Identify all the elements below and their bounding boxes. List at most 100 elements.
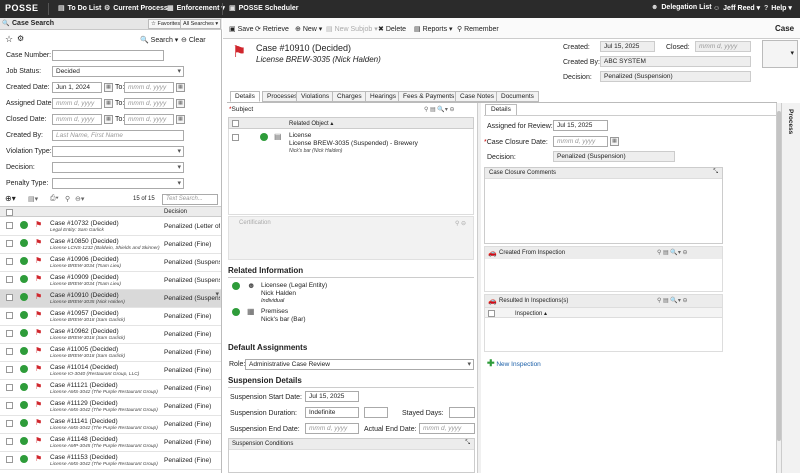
case-number-input[interactable] — [52, 50, 164, 61]
tab-details[interactable]: Details — [230, 91, 260, 102]
expand-icon[interactable]: ⤡ — [713, 169, 718, 176]
delete-button[interactable]: ✖ Delete — [378, 25, 406, 33]
result-row[interactable]: ⚑ Case #11141 (Decided) License AMS-3042 (… — [0, 416, 221, 434]
pin-icon[interactable]: ⚲ — [65, 195, 70, 203]
tab-charges[interactable]: Charges — [332, 91, 367, 102]
result-row[interactable]: ⚑ Case #10957 (Decided) License BREW-3018 … — [0, 308, 221, 326]
subject-tools-icons[interactable]: ⚲ ▤ 🔍▾ ⊖ — [424, 106, 455, 113]
row-checkbox[interactable] — [6, 240, 13, 247]
go-icon[interactable] — [232, 308, 240, 316]
row-title[interactable]: Case #10906 (Decided) — [50, 256, 119, 263]
process-sidebar[interactable]: Process — [781, 103, 800, 473]
suspension-duration-input[interactable]: Indefinite — [305, 407, 359, 418]
favorites-button[interactable]: ☆ Favorites — [148, 19, 184, 29]
remove-icon[interactable]: ⊖▾ — [75, 195, 84, 203]
result-row[interactable]: ⚑ Case #10909 (Decided) License BREW-3034 … — [0, 272, 221, 290]
row-checkbox[interactable] — [6, 312, 13, 319]
save-button[interactable]: ▣ Save — [229, 25, 254, 33]
row-checkbox[interactable] — [6, 276, 13, 283]
go-icon[interactable] — [20, 455, 28, 463]
row-title[interactable]: Case #11148 (Decided) — [50, 436, 118, 443]
nav-current-process[interactable]: ⚙ Current Process — [104, 4, 168, 12]
decision-column-header[interactable]: Decision — [164, 209, 187, 215]
result-row[interactable]: ⚑ Case #10910 (Decided) License BREW-3035 … — [0, 290, 221, 308]
star-icon[interactable]: ☆ — [5, 34, 13, 45]
related-object-column[interactable]: Related Object ▴ — [289, 120, 333, 127]
tab-violations[interactable]: Violations — [296, 91, 335, 102]
text-search-input[interactable]: Text Search... — [162, 194, 218, 205]
closed-date-to[interactable]: mmm d, yyyy — [124, 114, 174, 125]
violation-type-select[interactable] — [52, 146, 184, 157]
new-inspection-link[interactable]: ✚ New Inspection — [487, 358, 541, 369]
result-row[interactable]: ⚑ Case #10906 (Decided) License BREW-3034 … — [0, 254, 221, 272]
decision-select[interactable] — [52, 162, 184, 173]
actual-end-input[interactable]: mmm d, yyyy — [419, 423, 475, 434]
row-checkbox[interactable] — [6, 384, 13, 391]
remember-button[interactable]: ⚲ Remember — [457, 25, 499, 33]
row-checkbox[interactable] — [6, 438, 13, 445]
nav-posse-scheduler[interactable]: ▣ POSSE Scheduler — [229, 4, 299, 12]
calendar-icon[interactable]: ▦ — [104, 115, 113, 124]
tab-case-notes[interactable]: Case Notes — [455, 91, 499, 102]
row-title[interactable]: Case #11141 (Decided) — [50, 418, 118, 425]
created-date-from[interactable]: Jun 1, 2024 — [52, 82, 102, 93]
assigned-date-from[interactable]: mmm d, yyyy — [52, 98, 102, 109]
row-title[interactable]: Case #11014 (Decided) — [50, 364, 118, 371]
result-row[interactable]: ⚑ Case #10850 (Decided) License LCNS-1232 … — [0, 236, 221, 254]
subject-select-all[interactable] — [232, 120, 239, 127]
nav-todo-list[interactable]: ▤ To Do List — [58, 4, 101, 12]
go-icon[interactable] — [20, 293, 28, 301]
created-by-input[interactable]: Last Name, First Name — [52, 130, 184, 141]
tab-documents[interactable]: Documents — [496, 91, 539, 102]
assigned-review-input[interactable]: Jul 15, 2025 — [553, 120, 608, 131]
all-searches-button[interactable]: All Searches ▾ — [180, 19, 222, 29]
row-checkbox[interactable] — [6, 420, 13, 427]
assigned-date-to[interactable]: mmm d, yyyy — [124, 98, 174, 109]
row-title[interactable]: Case #11121 (Decided) — [50, 382, 118, 389]
row-checkbox[interactable] — [6, 294, 13, 301]
row-title[interactable]: Case #10732 (Decided) — [50, 220, 119, 227]
calendar-icon[interactable]: ▦ — [176, 83, 185, 92]
suspension-conditions-box[interactable]: Suspension Conditions ⤡ — [228, 438, 475, 473]
calendar-icon[interactable]: ▦ — [610, 137, 619, 146]
reports-button[interactable]: ▤ Reports ▾ — [414, 25, 453, 33]
closure-date-input[interactable]: mmm d, yyyy — [553, 136, 608, 147]
go-icon[interactable] — [20, 329, 28, 337]
search-button[interactable]: 🔍 Search ▾ — [140, 36, 178, 44]
row-title[interactable]: Case #11005 (Decided) — [50, 346, 118, 353]
go-icon[interactable] — [20, 365, 28, 373]
subject-row-checkbox[interactable] — [232, 134, 239, 141]
print-icon[interactable]: ⎙▾ — [50, 195, 59, 203]
go-icon[interactable] — [20, 239, 28, 247]
row-checkbox[interactable] — [6, 366, 13, 373]
expand-icon[interactable]: ⤡ — [465, 440, 470, 447]
related-item-name[interactable]: Nick's bar (Bar) — [261, 316, 306, 323]
go-icon[interactable] — [20, 311, 28, 319]
go-icon[interactable] — [20, 257, 28, 265]
created-date-to[interactable]: mmm d, yyyy — [124, 82, 174, 93]
new-subjob-button[interactable]: ▤ New Subjob ▾ — [326, 25, 378, 33]
retrieve-button[interactable]: ⟳ Retrieve — [255, 25, 289, 33]
job-status-select[interactable]: Decided — [52, 66, 184, 77]
calendar-icon[interactable]: ▦ — [104, 83, 113, 92]
new-button[interactable]: ⊕ New ▾ — [295, 25, 322, 33]
result-row[interactable]: ⚑ Case #10962 (Decided) License BREW-3018 … — [0, 326, 221, 344]
row-checkbox[interactable] — [6, 258, 13, 265]
penalty-type-select[interactable] — [52, 178, 184, 189]
suspension-start-input[interactable]: Jul 15, 2025 — [305, 391, 359, 402]
result-row[interactable]: ⚑ Case #11014 (Decided) License IO-3040 (R… — [0, 362, 221, 380]
row-title[interactable]: Case #10909 (Decided) — [50, 274, 119, 281]
subject-item-name[interactable]: License BREW-3035 (Suspended) - Brewery — [289, 140, 418, 147]
go-icon[interactable] — [20, 275, 28, 283]
case-dropdown-panel[interactable]: ▾ — [762, 40, 798, 68]
inspection-column[interactable]: Inspection ▴ — [515, 310, 547, 317]
settings-icon[interactable]: ⚙ — [17, 34, 24, 43]
row-checkbox[interactable] — [6, 402, 13, 409]
inspection-select-all[interactable] — [488, 310, 495, 317]
user-menu[interactable]: ☺ Jeff Reed ▾ — [713, 4, 760, 12]
middle-scrollbar[interactable] — [477, 103, 481, 473]
row-checkbox[interactable] — [6, 222, 13, 229]
calendar-icon[interactable]: ▦ — [176, 99, 185, 108]
go-icon[interactable] — [20, 347, 28, 355]
nav-delegation-list[interactable]: ☻ Delegation List — [651, 4, 712, 11]
